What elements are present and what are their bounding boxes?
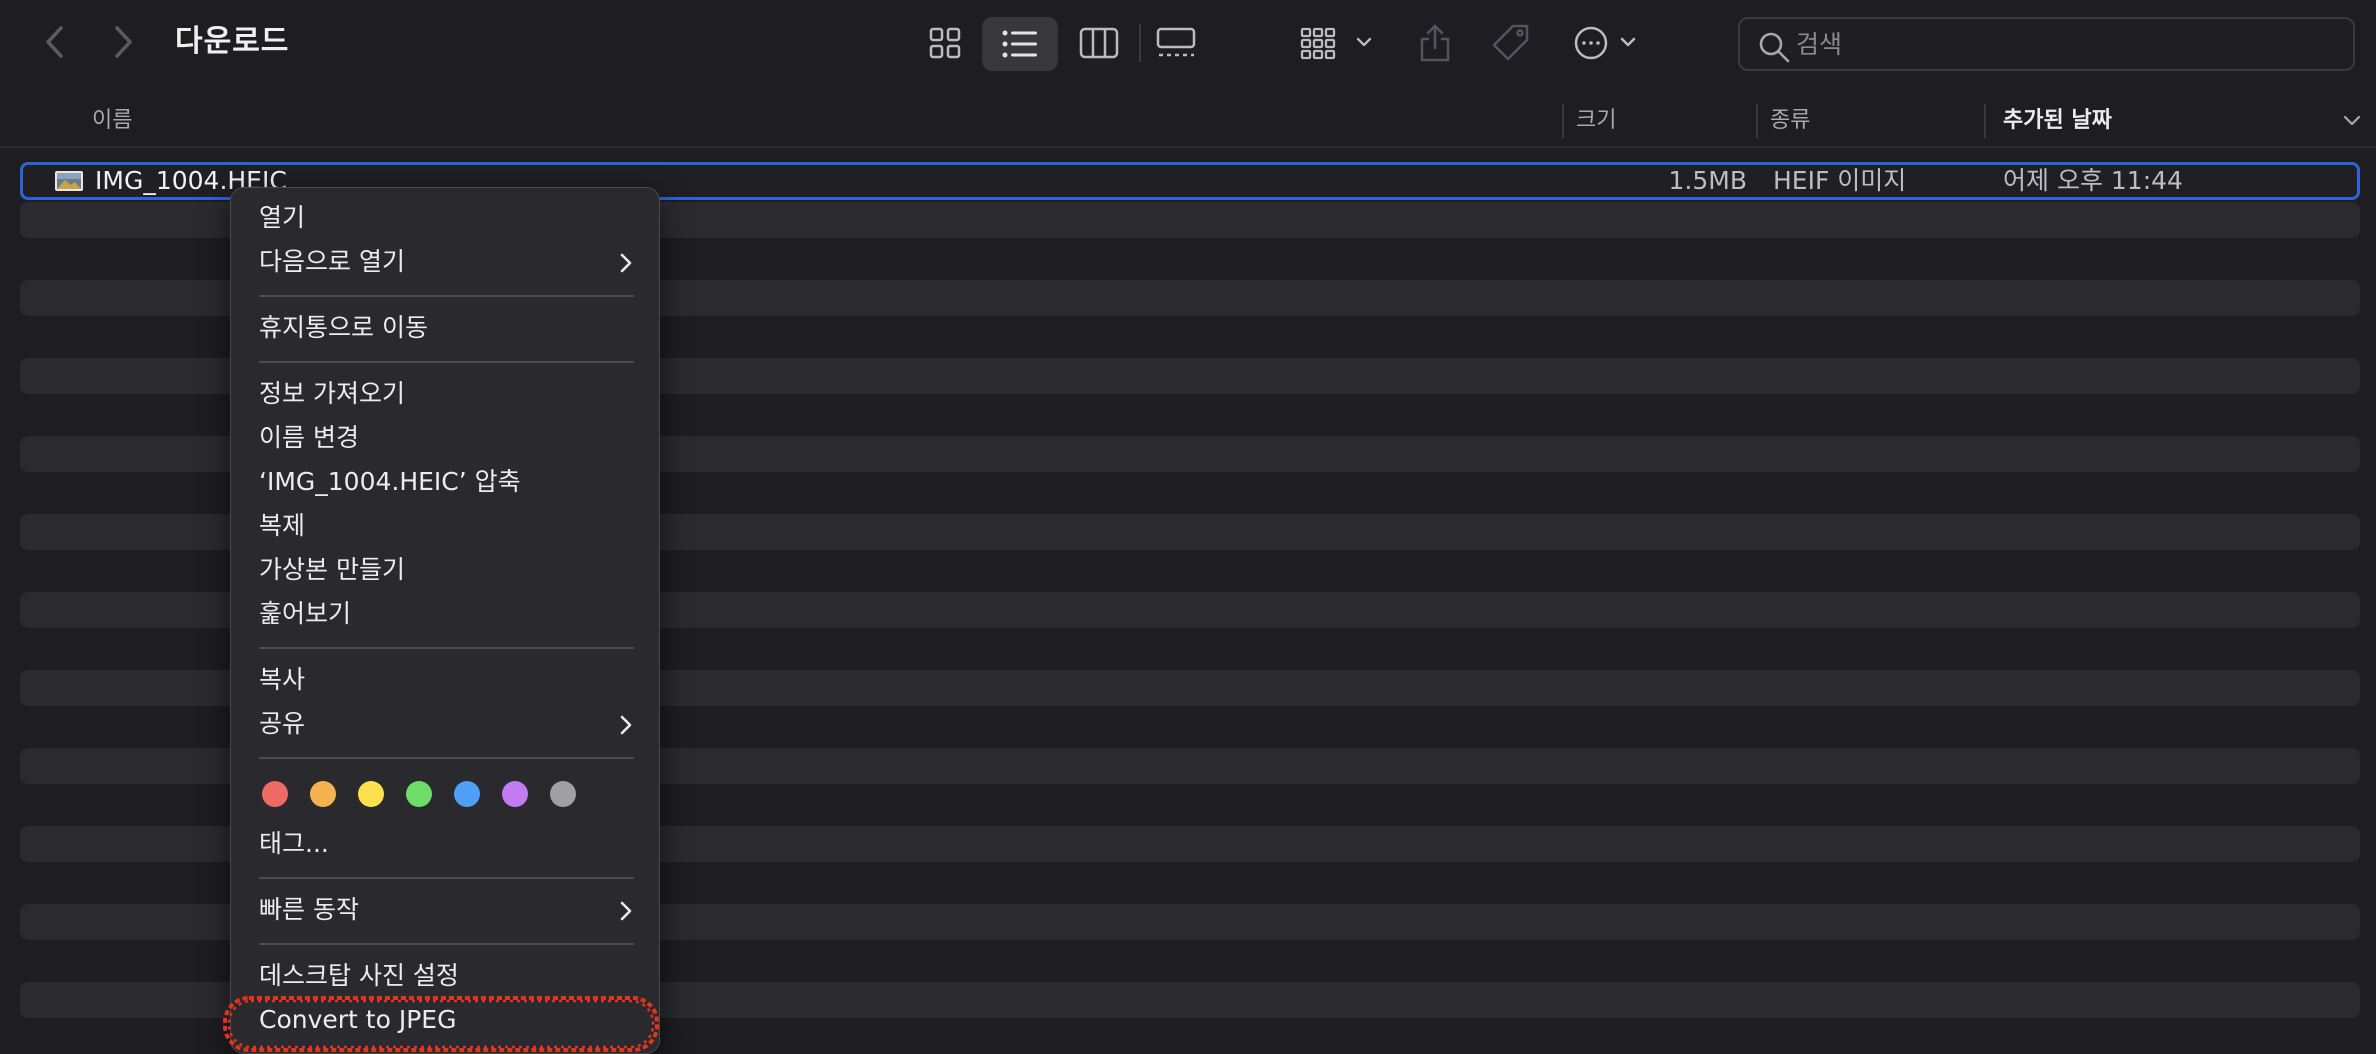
column-header-size[interactable]: 크기 xyxy=(1576,96,1616,146)
tag-color-yellow[interactable] xyxy=(358,781,384,807)
tag-color-red[interactable] xyxy=(262,781,288,807)
sort-descending-icon[interactable] xyxy=(2340,108,2364,132)
image-file-icon xyxy=(55,171,83,191)
menu-item-rename[interactable]: 이름 변경 xyxy=(241,418,649,458)
column-header-name[interactable]: 이름 xyxy=(92,96,132,146)
forward-chevron-icon[interactable] xyxy=(106,20,142,64)
gallery-view-icon[interactable] xyxy=(1146,20,1206,66)
menu-item-open[interactable]: 열기 xyxy=(241,198,649,238)
icon-view-grid-icon[interactable] xyxy=(918,20,972,66)
file-date-added: 어제 오후 11:44 xyxy=(2003,166,2183,195)
column-header-kind[interactable]: 종류 xyxy=(1770,96,1810,146)
column-divider[interactable] xyxy=(1562,104,1564,138)
tag-color-blue[interactable] xyxy=(454,781,480,807)
context-menu: 열기 다음으로 열기 휴지통으로 이동 정보 가져오기 이름 변경 ‘IMG_1… xyxy=(223,187,660,1054)
tag-color-green[interactable] xyxy=(406,781,432,807)
menu-separator xyxy=(259,361,634,363)
submenu-chevron-icon xyxy=(620,715,632,735)
column-view-icon[interactable] xyxy=(1068,20,1130,66)
column-headers: 이름 크기 종류 추가된 날짜 xyxy=(0,96,2376,146)
column-divider[interactable] xyxy=(1756,104,1758,138)
file-size: 1.5MB xyxy=(1668,166,1747,195)
menu-item-duplicate[interactable]: 복제 xyxy=(241,506,649,546)
menu-item-compress[interactable]: ‘IMG_1004.HEIC’ 압축 xyxy=(241,462,649,502)
header-divider xyxy=(0,146,2376,148)
menu-item-get-info[interactable]: 정보 가져오기 xyxy=(241,374,649,414)
menu-item-move-to-trash[interactable]: 휴지통으로 이동 xyxy=(241,308,649,348)
menu-item-make-alias[interactable]: 가상본 만들기 xyxy=(241,550,649,590)
menu-item-tags[interactable]: 태그... xyxy=(241,824,649,864)
menu-item-label: 공유 xyxy=(259,709,306,738)
search-icon xyxy=(1756,29,1792,65)
back-chevron-icon[interactable] xyxy=(36,20,72,64)
menu-item-quick-look[interactable]: 훑어보기 xyxy=(241,594,649,634)
window-title: 다운로드 xyxy=(175,24,290,59)
menu-separator xyxy=(259,757,634,759)
search-field[interactable] xyxy=(1738,17,2355,71)
menu-separator xyxy=(259,877,634,879)
menu-item-set-desktop-picture[interactable]: 데스크탑 사진 설정 xyxy=(241,956,649,996)
menu-item-quick-actions[interactable]: 빠른 동작 xyxy=(241,890,649,930)
highlight-stroke xyxy=(223,996,659,1052)
menu-item-copy[interactable]: 복사 xyxy=(241,660,649,700)
column-divider[interactable] xyxy=(1984,104,1986,138)
more-actions-icon[interactable] xyxy=(1572,18,1644,68)
tag-icon[interactable] xyxy=(1486,18,1536,68)
menu-separator xyxy=(259,295,634,297)
menu-item-label: 빠른 동작 xyxy=(259,895,359,924)
tag-color-orange[interactable] xyxy=(310,781,336,807)
menu-item-label: 다음으로 열기 xyxy=(259,247,405,276)
menu-item-open-with[interactable]: 다음으로 열기 xyxy=(241,242,649,282)
share-icon[interactable] xyxy=(1412,18,1458,68)
tag-color-purple[interactable] xyxy=(502,781,528,807)
tag-color-gray[interactable] xyxy=(550,781,576,807)
view-divider xyxy=(1139,24,1141,62)
menu-item-share[interactable]: 공유 xyxy=(241,704,649,744)
menu-separator xyxy=(259,647,634,649)
toolbar: 다운로드 xyxy=(0,0,2376,88)
submenu-chevron-icon xyxy=(620,253,632,273)
list-view-icon[interactable] xyxy=(982,17,1058,71)
tag-color-picker xyxy=(259,778,639,810)
highlight-stroke-inner xyxy=(227,999,655,1049)
red-highlight-annotation xyxy=(223,996,659,1052)
finder-window: 다운로드 검색 이름 크기 종류 추가된 날짜 IMG_1004.HEIC 1.… xyxy=(0,0,2376,1054)
menu-separator xyxy=(259,943,634,945)
group-by-icon[interactable] xyxy=(1300,18,1380,68)
column-header-date-added[interactable]: 추가된 날짜 xyxy=(2003,96,2112,146)
file-kind: HEIF 이미지 xyxy=(1773,166,1907,195)
submenu-chevron-icon xyxy=(620,901,632,921)
search-input[interactable] xyxy=(1796,19,2336,69)
